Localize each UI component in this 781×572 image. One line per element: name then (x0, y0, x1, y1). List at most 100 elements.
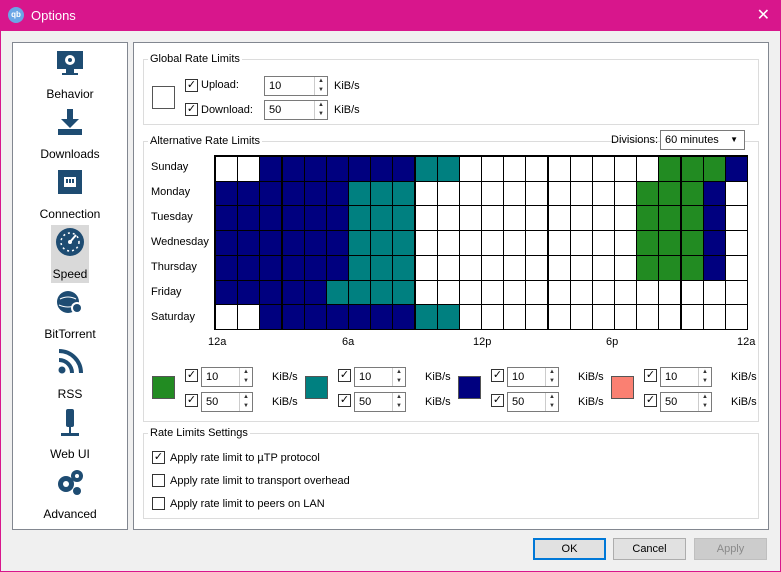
schedule-cell[interactable] (259, 180, 283, 207)
schedule-cell[interactable] (614, 156, 638, 182)
schedule-cell[interactable] (547, 304, 571, 330)
schedule-cell[interactable] (680, 180, 704, 207)
sidebar-item-speed[interactable]: Speed (13, 225, 127, 285)
schedule-cell[interactable] (680, 279, 704, 306)
schedule-cell[interactable] (503, 304, 527, 330)
schedule-cell[interactable] (724, 230, 748, 256)
schedule-cell[interactable] (259, 205, 283, 232)
schedule-cell[interactable] (215, 254, 239, 281)
schedule-cell[interactable] (370, 279, 394, 306)
schedule-cell[interactable] (658, 156, 682, 182)
schedule-cell[interactable] (680, 156, 704, 182)
schedule-cell[interactable] (237, 230, 261, 256)
schedule-cell[interactable] (525, 279, 549, 306)
schedule-cell[interactable] (702, 304, 726, 330)
download-limit-spinbox[interactable]: 50 ▲ ▼ (507, 392, 559, 412)
schedule-cell[interactable] (370, 205, 394, 232)
upload-limit-spinbox[interactable]: 10 ▲ ▼ (354, 367, 406, 387)
schedule-cell[interactable] (591, 254, 615, 281)
schedule-cell[interactable] (215, 180, 239, 207)
schedule-cell[interactable] (658, 304, 682, 330)
spin-arrows[interactable]: ▲ ▼ (698, 368, 711, 386)
sidebar-item-downloads[interactable]: Downloads (13, 105, 127, 165)
schedule-cell[interactable] (569, 205, 593, 232)
schedule-cell[interactable] (237, 180, 261, 207)
schedule-cell[interactable] (591, 205, 615, 232)
schedule-cell[interactable] (436, 205, 460, 232)
schedule-cell[interactable] (702, 205, 726, 232)
schedule-cell[interactable] (591, 180, 615, 207)
schedule-cell[interactable] (525, 156, 549, 182)
schedule-cell[interactable] (724, 180, 748, 207)
schedule-cell[interactable] (281, 230, 305, 256)
schedule-cell[interactable] (392, 205, 416, 232)
schedule-cell[interactable] (525, 230, 549, 256)
schedule-cell[interactable] (481, 304, 505, 330)
schedule-cell[interactable] (348, 304, 372, 330)
schedule-cell[interactable] (724, 304, 748, 330)
schedule-cell[interactable] (303, 254, 327, 281)
download-limit-checkbox[interactable]: ✓ (491, 394, 504, 407)
schedule-cell[interactable] (569, 156, 593, 182)
schedule-cell[interactable] (503, 254, 527, 281)
schedule-cell[interactable] (658, 230, 682, 256)
download-checkbox[interactable]: ✓ (185, 103, 198, 116)
schedule-cell[interactable] (259, 156, 283, 182)
sidebar-item-bittorrent[interactable]: BitTorrent (13, 285, 127, 345)
download-limit-spinbox[interactable]: 50 ▲ ▼ (201, 392, 253, 412)
schedule-cell[interactable] (658, 279, 682, 306)
schedule-cell[interactable] (569, 304, 593, 330)
schedule-cell[interactable] (414, 205, 438, 232)
upload-limit-checkbox[interactable]: ✓ (185, 369, 198, 382)
schedule-cell[interactable] (525, 304, 549, 330)
schedule-cell[interactable] (325, 180, 349, 207)
schedule-cell[interactable] (348, 205, 372, 232)
sidebar-item-behavior[interactable]: Behavior (13, 45, 127, 105)
schedule-cell[interactable] (458, 304, 482, 330)
spin-arrows[interactable]: ▲ ▼ (392, 393, 405, 411)
schedule-cell[interactable] (436, 156, 460, 182)
schedule-cell[interactable] (392, 279, 416, 306)
schedule-cell[interactable] (215, 230, 239, 256)
download-limit-spinbox[interactable]: 50 ▲ ▼ (264, 100, 328, 120)
schedule-color-swatch[interactable] (152, 376, 175, 399)
schedule-cell[interactable] (481, 254, 505, 281)
schedule-cell[interactable] (325, 205, 349, 232)
schedule-cell[interactable] (591, 156, 615, 182)
schedule-cell[interactable] (414, 230, 438, 256)
spin-arrows[interactable]: ▲ ▼ (545, 393, 558, 411)
schedule-cell[interactable] (414, 279, 438, 306)
schedule-cell[interactable] (325, 156, 349, 182)
schedule-cell[interactable] (348, 156, 372, 182)
schedule-cell[interactable] (503, 230, 527, 256)
schedule-cell[interactable] (370, 304, 394, 330)
schedule-cell[interactable] (458, 205, 482, 232)
upload-limit-spinbox[interactable]: 10 ▲ ▼ (201, 367, 253, 387)
schedule-cell[interactable] (702, 279, 726, 306)
schedule-cell[interactable] (370, 180, 394, 207)
schedule-cell[interactable] (680, 304, 704, 330)
schedule-cell[interactable] (702, 230, 726, 256)
schedule-cell[interactable] (237, 156, 261, 182)
schedule-cell[interactable] (614, 254, 638, 281)
schedule-cell[interactable] (436, 254, 460, 281)
schedule-cell[interactable] (348, 230, 372, 256)
schedule-cell[interactable] (325, 279, 349, 306)
download-limit-spinbox[interactable]: 50 ▲ ▼ (354, 392, 406, 412)
schedule-cell[interactable] (503, 156, 527, 182)
schedule-cell[interactable] (348, 180, 372, 207)
ok-button[interactable]: OK (533, 538, 606, 560)
schedule-cell[interactable] (702, 180, 726, 207)
spin-arrows[interactable]: ▲ ▼ (545, 368, 558, 386)
download-limit-spinbox[interactable]: 50 ▲ ▼ (660, 392, 712, 412)
schedule-cell[interactable] (680, 254, 704, 281)
schedule-cell[interactable] (436, 180, 460, 207)
schedule-cell[interactable] (658, 205, 682, 232)
schedule-cell[interactable] (503, 180, 527, 207)
schedule-cell[interactable] (525, 205, 549, 232)
upload-limit-spinbox[interactable]: 10 ▲ ▼ (660, 367, 712, 387)
schedule-cell[interactable] (724, 254, 748, 281)
schedule-cell[interactable] (259, 230, 283, 256)
rate-limit-option-checkbox[interactable]: ✓ (152, 451, 165, 464)
rate-limit-option-label[interactable]: Apply rate limit to peers on LAN (170, 498, 325, 510)
